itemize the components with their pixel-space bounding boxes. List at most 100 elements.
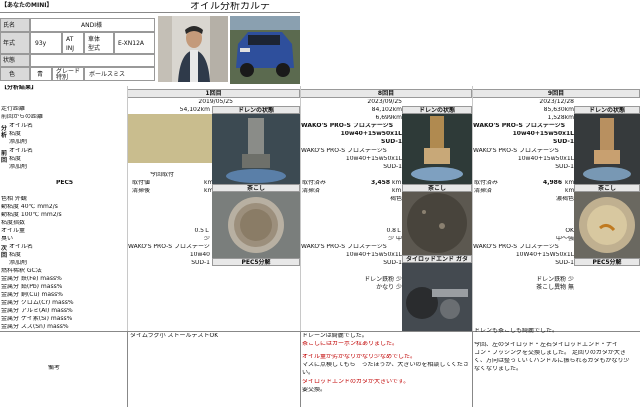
- condition-label: 状態: [0, 54, 30, 67]
- round9-prev-oil: WAKO'S PRO-S プロステージS: [473, 148, 559, 154]
- round8-pec-unit-b: km: [392, 188, 402, 194]
- drain-plug-icon: [574, 114, 640, 184]
- round9-remark-line: コン・ブッシングを交換しました。 足回りのガタが大き: [474, 350, 626, 356]
- round1-smell: 少: [203, 236, 210, 242]
- round9-date: 2023/12/28: [539, 99, 574, 105]
- round8-tierod-photo: [402, 263, 472, 331]
- round9-header: 9回目: [472, 89, 640, 98]
- round1-strainer-photo: [212, 192, 300, 258]
- round1-pec-b: 清掃後: [132, 188, 151, 194]
- round8-strainer-photo: [402, 192, 472, 255]
- trans-label: AT INJ: [62, 32, 84, 54]
- round9-next-visc: 10W40+15W50x1L: [515, 252, 574, 258]
- round8-next-visc: 10w40+15w50x1L: [345, 252, 402, 258]
- round1-tan-band: [127, 114, 212, 163]
- remarks-label: 備考: [48, 365, 61, 371]
- analysis-results-label: 【分析結果】: [1, 85, 38, 91]
- row-smell: 臭い: [1, 236, 14, 242]
- strainer-icon: [212, 192, 300, 258]
- row-mileage: 走行距離: [1, 106, 26, 112]
- round8-next-add: SUD-1: [383, 260, 402, 266]
- grade-label: グレード 特別: [52, 67, 84, 81]
- round8-pec-a-val: 3,458: [371, 180, 390, 186]
- row-fuel-dilution: 燃料稀釈 GC法: [1, 268, 42, 274]
- round8-visc: 10w40+15w50x1L: [340, 131, 402, 137]
- round9-pec-a-val: 4,986: [543, 180, 562, 186]
- row-cu: 金属分 銅(Cu) mass%: [1, 292, 63, 298]
- round8-prev-add: SUD-1: [383, 164, 402, 170]
- trans-inj: INJ: [66, 45, 75, 52]
- grade-sub: 特別: [56, 74, 69, 81]
- round9-oil: WAKO'S PRO-S プロステージS: [473, 123, 566, 129]
- grid-vline: [127, 86, 128, 331]
- owner-photo: [158, 16, 228, 82]
- owner-photo-icon: [158, 16, 228, 82]
- page-title: オイル分析カルテ: [190, 2, 270, 12]
- color-label: 色: [0, 67, 30, 81]
- round8-add: SUD-1: [381, 139, 402, 145]
- row-kv40: 動粘度 40℃ mm2/s: [1, 204, 58, 210]
- round9-drain-photo: [574, 114, 640, 184]
- round8-oil: WAKO'S PRO-S プロステージS: [301, 123, 394, 129]
- side-label-bunseki: 分析: [1, 125, 8, 139]
- row-additive: 添加剤: [9, 139, 28, 145]
- round8-remark-line: 茶こしにはカーボン粒ありました。: [302, 341, 399, 347]
- side-label-zenkai: 前回: [1, 150, 8, 164]
- row-oil-amount: オイル量: [1, 228, 26, 234]
- round8-remark-line: ドレーンは綺麗でした。: [302, 333, 368, 339]
- round1-date: 2019/05/25: [198, 99, 233, 105]
- round1-chakoshi-label: 茶こし: [212, 184, 300, 192]
- round9-remark-line: ドレンも茶こしも綺麗でした。: [474, 328, 559, 334]
- engine-katashiki: 型式: [88, 45, 101, 52]
- round8-pec-unit-a: km: [392, 180, 402, 186]
- left-label-column: 走行距離 前回からの距離 オイル名 粘度 添加剤 オイル名 粘度 添加剤 PEC…: [0, 106, 127, 332]
- car-photo-1: [230, 16, 300, 84]
- row-viscosity: 粘度: [9, 131, 22, 137]
- round9-drain-label: ドレンの状態: [574, 106, 640, 114]
- condition-value: [30, 54, 155, 67]
- remarks-col-border-1: [300, 331, 301, 407]
- round8-remark-line: い。: [302, 370, 315, 376]
- round8-remark-line: マスに点検してもら ったほうが、大きいのを相談してくださ: [302, 362, 470, 368]
- round8-header: 8回目: [300, 89, 472, 98]
- row-next-add: 添加剤: [9, 260, 28, 266]
- round9-oil-amount: OK: [565, 228, 574, 234]
- row-fe: 金属分 鉄(Fe) mass%: [1, 276, 62, 282]
- year-label: 年式: [0, 32, 30, 54]
- round8-oil-amount: 0.8Ｌ: [386, 228, 402, 234]
- model-value: E-XN12A: [114, 32, 155, 54]
- row-sn: 金属分 スズ(Sn) mass%: [1, 324, 69, 330]
- drain-plug-icon: [402, 114, 472, 184]
- round1-pec-bun-label: PEC5分解: [212, 258, 300, 266]
- title-underline: [0, 12, 300, 13]
- round8-smell: 少 中: [388, 236, 402, 242]
- row-al: 金属分 アルミ(Al) mass%: [1, 308, 73, 314]
- round8-diff: 6,699km: [375, 115, 403, 121]
- row-cr: 金属分 クロム(Cr) mass%: [1, 300, 74, 306]
- car-photo-2: [230, 84, 300, 86]
- row-hue: 色相 外観: [1, 196, 27, 202]
- round9-remark-line: く、方向は整っていてハンドルに振られるガタもかなり少: [474, 358, 630, 364]
- strainer-icon: [574, 192, 640, 258]
- round9-prev-add: SUD-1: [555, 164, 574, 170]
- row-pec5: PEC5: [56, 180, 74, 186]
- round8-drain-label: ドレンの状態: [402, 106, 472, 114]
- round9-pec-unit-b: km: [565, 188, 575, 194]
- remarks-label-border: [127, 331, 128, 407]
- round9-pec-a: 取付済み: [474, 180, 499, 186]
- round9-next-add: SUD-1: [555, 260, 574, 266]
- round9-km: 85,630km: [543, 107, 574, 113]
- car-photo-1-icon: [230, 16, 300, 84]
- engine-kotai: 車体: [88, 36, 101, 43]
- round9-pec-b: 清掃済: [474, 188, 493, 194]
- row-prev-oil: オイル名: [9, 148, 34, 154]
- round9-notes-block: ドレン鉄粉 少 茶こし異物 無: [536, 276, 574, 291]
- color-value: 青: [30, 67, 52, 81]
- round9-color: 濃褐色: [555, 196, 574, 202]
- round8-notes-block: ドレン鉄粉 少 かなり 少: [364, 276, 402, 291]
- row-si: 金属分 ケイ素(Si) mass%: [1, 316, 73, 322]
- name-label: 氏名: [0, 18, 30, 32]
- round1-drain-label: ドレンの状態: [212, 106, 300, 114]
- round8-tierod-label: タイロッドエンド ガタ: [402, 255, 472, 263]
- round9-chakoshi-label: 茶こし: [574, 184, 640, 192]
